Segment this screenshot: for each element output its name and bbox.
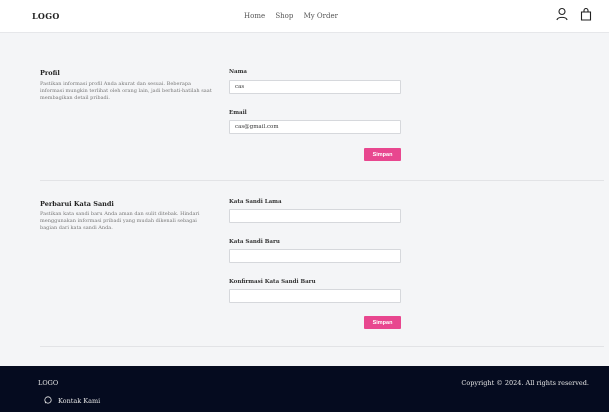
shopping-bag-icon[interactable]	[580, 7, 592, 21]
password-description: Pastikan kata sandi baru Anda aman dan s…	[40, 211, 200, 231]
footer-logo[interactable]: LOGO	[38, 379, 58, 387]
save-password-button[interactable]: Simpan	[364, 316, 401, 329]
section-divider	[40, 180, 604, 181]
old-password-label: Kata Sandi Lama	[229, 199, 282, 205]
new-password-field[interactable]	[229, 249, 401, 263]
user-icon[interactable]	[556, 7, 568, 21]
email-field[interactable]	[229, 120, 401, 134]
profile-title: Profil	[40, 69, 60, 77]
confirm-password-field[interactable]	[229, 289, 401, 303]
contact-link[interactable]: Kontak Kami	[44, 396, 100, 405]
header: LOGO Home Shop My Order	[0, 0, 609, 33]
confirm-password-label: Konfirmasi Kata Sandi Baru	[229, 279, 316, 285]
main-nav: Home Shop My Order	[244, 12, 346, 20]
logo[interactable]: LOGO	[32, 11, 60, 21]
whatsapp-icon	[44, 396, 52, 404]
contact-label: Kontak Kami	[58, 397, 101, 405]
section-divider-bottom	[40, 346, 604, 347]
old-password-field[interactable]	[229, 209, 401, 223]
new-password-label: Kata Sandi Baru	[229, 239, 280, 245]
profile-description: Pastikan informasi profil Anda akurat da…	[40, 81, 212, 101]
email-label: Email	[229, 110, 247, 116]
copyright-text: Copyright © 2024. All rights reserved.	[461, 379, 589, 387]
name-label: Nama	[229, 69, 247, 75]
nav-home[interactable]: Home	[244, 12, 265, 20]
password-title: Perbarui Kata Sandi	[40, 200, 114, 208]
save-profile-button[interactable]: Simpan	[364, 148, 401, 161]
footer: LOGO Copyright © 2024. All rights reserv…	[0, 366, 609, 412]
nav-my-order[interactable]: My Order	[304, 12, 338, 20]
nav-shop[interactable]: Shop	[275, 12, 293, 20]
name-field[interactable]	[229, 80, 401, 94]
